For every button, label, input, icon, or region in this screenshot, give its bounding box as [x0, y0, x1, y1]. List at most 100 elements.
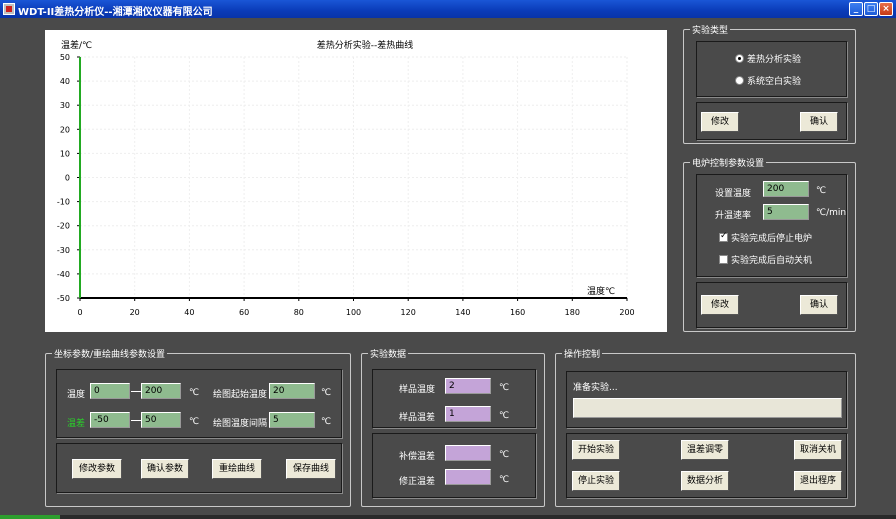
- coord-group: 坐标参数/重绘曲线参数设置 温度 0 200 ℃ 温差 -50 50 ℃ 绘图起…: [45, 347, 351, 507]
- coord-params: 温度 0 200 ℃ 温差 -50 50 ℃ 绘图起始温度 20 ℃ 绘图温度间…: [56, 369, 342, 438]
- experiment-type-legend: 实验类型: [690, 23, 731, 36]
- auto-shutdown-checkbox[interactable]: [719, 255, 728, 264]
- auto-shutdown-label: 实验完成后自动关机: [731, 256, 813, 266]
- start-experiment-button[interactable]: 开始实验: [572, 440, 620, 460]
- start-temp-label: 绘图起始温度: [213, 390, 268, 400]
- furnace-actions: 修改 确认: [696, 282, 847, 328]
- furnace-confirm-button[interactable]: 确认: [800, 295, 838, 315]
- x-tick-label: 80: [294, 308, 304, 317]
- maximize-button[interactable]: □: [864, 2, 878, 16]
- interval-unit: ℃: [321, 417, 332, 427]
- y-tick-label: -30: [57, 246, 70, 255]
- sample-temp-label: 样品温度: [399, 385, 436, 395]
- y-tick-label: 20: [60, 125, 70, 134]
- zero-diff-button[interactable]: 温差调零: [681, 440, 729, 460]
- comp-diff-label: 补偿温差: [399, 452, 436, 462]
- diff-range-label: 温差: [67, 419, 86, 429]
- title-bar: WDT-II差热分析仪--湘潭湘仪仪器有限公司 _ □ ×: [0, 0, 896, 18]
- x-tick-label: 40: [184, 308, 194, 317]
- radio-dta-label: 差热分析实验: [747, 55, 802, 65]
- diff-max-input[interactable]: 50: [141, 412, 181, 428]
- furnace-params: 设置温度 200 ℃ 升温速率 5 ℃/min 实验完成后停止电炉 实验完成后自…: [696, 174, 847, 277]
- y-tick-label: 40: [60, 77, 70, 86]
- stop-heater-checkbox[interactable]: [719, 231, 728, 242]
- x-tick-label: 200: [619, 308, 634, 317]
- interval-input[interactable]: 5: [269, 412, 315, 428]
- sample-diff-unit: ℃: [499, 411, 510, 421]
- y-tick-label: 50: [60, 53, 70, 62]
- experiment-type-options: 差热分析实验 系统空白实验: [696, 41, 847, 97]
- corr-diff-value: [445, 469, 491, 485]
- ops-actions: 开始实验 温差调零 取消关机 停止实验 数据分析 退出程序: [566, 433, 847, 498]
- y-tick-label: -20: [57, 222, 70, 231]
- radio-dta[interactable]: [735, 54, 744, 63]
- comp-diff-unit: ℃: [499, 450, 510, 460]
- furnace-legend: 电炉控制参数设置: [690, 156, 767, 169]
- x-tick-label: 100: [346, 308, 361, 317]
- temp-range-unit: ℃: [189, 388, 200, 398]
- radio-blank[interactable]: [735, 76, 744, 85]
- cancel-shutdown-button[interactable]: 取消关机: [794, 440, 842, 460]
- y-tick-label: -10: [57, 198, 70, 207]
- stop-experiment-button[interactable]: 停止实验: [572, 471, 620, 491]
- comp-diff-value: [445, 445, 491, 461]
- interval-label: 绘图温度间隔: [213, 419, 268, 429]
- experiment-type-group: 实验类型 差热分析实验 系统空白实验 修改 确认: [683, 23, 856, 144]
- sample-temp-value: 2: [445, 378, 491, 394]
- experiment-type-actions: 修改 确认: [696, 102, 847, 140]
- radio-blank-label: 系统空白实验: [747, 77, 802, 87]
- x-tick-label: 160: [510, 308, 525, 317]
- coord-actions: 修改参数 确认参数 重绘曲线 保存曲线: [56, 443, 342, 493]
- furnace-modify-button[interactable]: 修改: [701, 295, 739, 315]
- diff-min-input[interactable]: -50: [90, 412, 130, 428]
- y-tick-label: 30: [60, 101, 70, 110]
- exit-program-button[interactable]: 退出程序: [794, 471, 842, 491]
- y-tick-label: 10: [60, 149, 70, 158]
- experiment-type-modify-button[interactable]: 修改: [701, 112, 739, 132]
- y-tick-label: 0: [65, 174, 70, 183]
- data-analysis-button[interactable]: 数据分析: [681, 471, 729, 491]
- stop-heater-label: 实验完成后停止电炉: [731, 234, 813, 244]
- app-icon[interactable]: [3, 3, 15, 15]
- rate-input[interactable]: 5: [763, 204, 809, 220]
- x-tick-label: 20: [130, 308, 140, 317]
- exp-data-group: 实验数据 样品温度 2 ℃ 样品温差 1 ℃ 补偿温差 ℃ 修正温差 ℃: [361, 347, 545, 507]
- chart-title: 差热分析实验--差热曲线: [317, 39, 414, 51]
- experiment-type-confirm-button[interactable]: 确认: [800, 112, 838, 132]
- save-curve-button[interactable]: 保存曲线: [286, 459, 336, 479]
- bottom-bar: [0, 515, 896, 519]
- exp-data-legend: 实验数据: [368, 347, 409, 360]
- differential-chart: 0 20 40 60 80 100 120 140 160 180 20050403020100-1…: [57, 39, 635, 317]
- temp-min-input[interactable]: 0: [90, 383, 130, 399]
- set-temp-label: 设置温度: [715, 189, 752, 199]
- y-tick-label: -50: [57, 294, 70, 303]
- rate-label: 升温速率: [715, 211, 752, 221]
- redraw-curve-button[interactable]: 重绘曲线: [212, 459, 262, 479]
- temp-max-input[interactable]: 200: [141, 383, 181, 399]
- confirm-params-button[interactable]: 确认参数: [141, 459, 189, 479]
- exp-data-sample: 样品温度 2 ℃ 样品温差 1 ℃: [372, 369, 536, 428]
- start-temp-input[interactable]: 20: [269, 383, 315, 399]
- x-tick-label: 140: [455, 308, 470, 317]
- x-tick-label: 0: [77, 308, 82, 317]
- furnace-group: 电炉控制参数设置 设置温度 200 ℃ 升温速率 5 ℃/min 实验完成后停止…: [683, 156, 856, 332]
- rate-unit: ℃/min: [816, 208, 847, 218]
- sample-diff-label: 样品温差: [399, 413, 436, 423]
- diff-range-unit: ℃: [189, 417, 200, 427]
- ops-status-box: 准备实验...: [566, 371, 847, 428]
- ops-group: 操作控制 准备实验... 开始实验 温差调零 取消关机 停止实验 数据分析 退出…: [555, 347, 856, 507]
- exp-data-correction: 补偿温差 ℃ 修正温差 ℃: [372, 433, 536, 498]
- corr-diff-unit: ℃: [499, 475, 510, 485]
- temp-range-dash: [131, 391, 141, 392]
- ops-legend: 操作控制: [562, 347, 603, 360]
- progress-bar: [573, 398, 842, 418]
- close-button[interactable]: ×: [879, 2, 893, 16]
- chart-area: 0 20 40 60 80 100 120 140 160 180 200 50 40 30 20 10 0 -1…: [45, 30, 667, 332]
- sample-diff-value: 1: [445, 406, 491, 422]
- y-tick-label: -40: [57, 270, 70, 279]
- bottom-indicator: [0, 515, 60, 519]
- sample-temp-unit: ℃: [499, 383, 510, 393]
- minimize-button[interactable]: _: [849, 2, 863, 16]
- set-temp-input[interactable]: 200: [763, 181, 809, 197]
- modify-params-button[interactable]: 修改参数: [72, 459, 122, 479]
